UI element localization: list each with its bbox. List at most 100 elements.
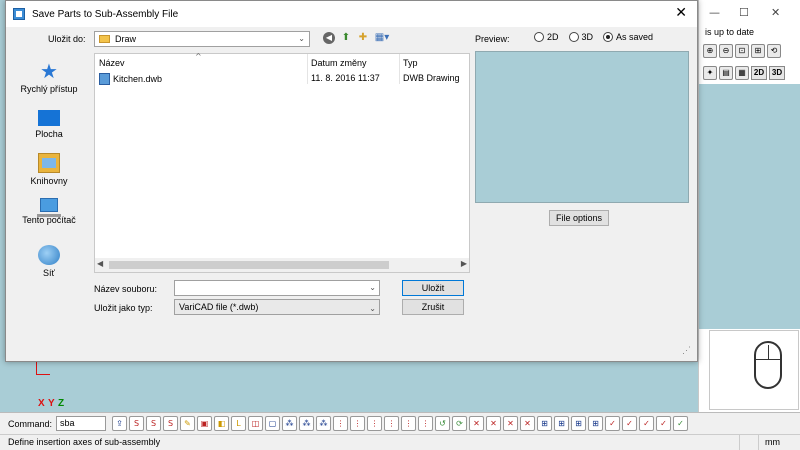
rotate-icon[interactable]: ⟳ <box>452 416 468 431</box>
drawing-canvas[interactable] <box>699 84 800 329</box>
view-menu-icon[interactable]: ▦▾ <box>374 32 390 44</box>
network-icon <box>38 245 60 265</box>
solid-icon[interactable]: ◧ <box>214 416 230 431</box>
up-folder-icon[interactable]: ⬆ <box>340 32 352 44</box>
zoom-in-icon[interactable]: ⊕ <box>703 44 717 58</box>
view-icon[interactable]: ⟲ <box>767 44 781 58</box>
link-icon[interactable]: ↺ <box>435 416 451 431</box>
place-network[interactable]: Síť <box>12 245 86 278</box>
scroll-thumb[interactable] <box>109 261 389 269</box>
column-type[interactable]: Typ <box>403 58 418 68</box>
layers-icon[interactable]: ▤ <box>719 66 733 80</box>
delete-icon[interactable]: ✕ <box>486 416 502 431</box>
zoom-out-icon[interactable]: ⊖ <box>719 44 733 58</box>
frame-icon[interactable]: ▢ <box>265 416 281 431</box>
command-input[interactable]: sba <box>56 416 107 431</box>
zoom-window-icon[interactable]: ⊡ <box>735 44 749 58</box>
parts-icon[interactable]: ⋮ <box>333 416 349 431</box>
parts-icon[interactable]: ⋮ <box>418 416 434 431</box>
profile-icon[interactable]: L <box>231 416 247 431</box>
select-icon[interactable]: ⊞ <box>571 416 587 431</box>
scroll-left-icon[interactable]: ◀ <box>97 259 103 268</box>
file-date: 11. 8. 2016 11:37 <box>311 73 380 83</box>
file-options-button[interactable]: File options <box>549 210 609 226</box>
place-desktop[interactable]: Plocha <box>12 108 86 139</box>
radio-selected-icon <box>603 32 614 42</box>
update-status: is up to date <box>705 27 755 37</box>
place-this-pc[interactable]: Tento počítač <box>12 198 86 225</box>
minimize-icon[interactable]: — <box>709 6 720 19</box>
mark-icon[interactable]: ✓ <box>605 416 621 431</box>
mode-2d-button[interactable]: 2D <box>751 66 767 80</box>
tool-icon[interactable]: S <box>163 416 179 431</box>
filetype-dropdown[interactable]: VariCAD file (*.dwb) ⌄ <box>174 299 380 315</box>
zoom-all-icon[interactable]: ⊞ <box>751 44 765 58</box>
nav-toolbar: ◀ ⬆ ✚ ▦▾ <box>323 32 390 44</box>
chevron-down-icon[interactable]: ⌄ <box>369 283 376 292</box>
scroll-right-icon[interactable]: ▶ <box>461 259 467 268</box>
parts-icon[interactable]: ⋮ <box>384 416 400 431</box>
close-icon[interactable]: ✕ <box>771 6 780 19</box>
command-label: Command: <box>8 418 53 429</box>
maximize-icon[interactable]: ☐ <box>739 6 749 19</box>
mark-icon[interactable]: ✓ <box>656 416 672 431</box>
redraw-icon[interactable]: ✦ <box>703 66 717 80</box>
preview-3d-radio[interactable]: 3D <box>568 32 593 42</box>
parts-icon[interactable]: ⋮ <box>401 416 417 431</box>
box-icon[interactable]: ▣ <box>197 416 213 431</box>
radio-icon <box>534 32 544 42</box>
preview-pane <box>475 51 689 203</box>
grid-icon[interactable]: ▦ <box>735 66 749 80</box>
close-icon[interactable]: ✕ <box>675 5 687 21</box>
file-type: DWB Drawing <box>403 73 460 83</box>
parts-icon[interactable]: ⋮ <box>367 416 383 431</box>
column-date[interactable]: Datum změny <box>311 58 367 68</box>
pipe-icon[interactable]: ◫ <box>248 416 264 431</box>
ok-icon[interactable]: ✓ <box>673 416 689 431</box>
export-icon[interactable]: ⇪ <box>112 416 128 431</box>
file-list[interactable]: ^ Název Datum změny Typ Kitchen.dwb 11. … <box>94 52 470 273</box>
axis-indicator-vertical <box>36 362 37 374</box>
file-row[interactable]: Kitchen.dwb 11. 8. 2016 11:37 DWB Drawin… <box>95 72 469 87</box>
delete-icon[interactable]: ✕ <box>520 416 536 431</box>
delete-icon[interactable]: ✕ <box>503 416 519 431</box>
save-dialog: Save Parts to Sub-Assembly File ✕ Uložit… <box>5 0 698 362</box>
tool-icon[interactable]: S <box>129 416 145 431</box>
status-bar: Define insertion axes of sub-assembly mm <box>0 434 800 450</box>
assembly-icon[interactable]: ⁂ <box>282 416 298 431</box>
back-icon[interactable]: ◀ <box>323 32 335 44</box>
mouse-icon <box>754 341 782 389</box>
horizontal-scrollbar[interactable]: ◀ ▶ <box>95 258 469 272</box>
select-icon[interactable]: ⊞ <box>537 416 553 431</box>
column-name[interactable]: Název <box>99 58 125 68</box>
mark-icon[interactable]: ✓ <box>622 416 638 431</box>
resize-grip-icon[interactable]: ⋰ <box>682 346 691 356</box>
new-folder-icon[interactable]: ✚ <box>357 32 369 44</box>
preview-2d-radio[interactable]: 2D <box>534 32 559 42</box>
place-libraries[interactable]: Knihovny <box>12 153 86 186</box>
pencil-icon[interactable]: ✎ <box>180 416 196 431</box>
preview-radio-group: 2D 3D As saved <box>534 32 653 42</box>
file-name: Kitchen.dwb <box>113 74 163 84</box>
delete-icon[interactable]: ✕ <box>469 416 485 431</box>
axis-z-label: Z <box>58 398 65 409</box>
save-in-dropdown[interactable]: Draw ⌄ <box>94 31 310 47</box>
filetype-label: Uložit jako typ: <box>94 303 153 313</box>
mode-3d-button[interactable]: 3D <box>769 66 785 80</box>
preview-as-saved-radio[interactable]: As saved <box>603 32 653 42</box>
radio-icon <box>568 32 579 42</box>
filename-input[interactable]: ⌄ <box>174 280 380 296</box>
save-button[interactable]: Uložit <box>402 280 464 296</box>
assembly-icon[interactable]: ⁂ <box>299 416 315 431</box>
assembly-icon[interactable]: ⁂ <box>316 416 332 431</box>
tool-icon[interactable]: S <box>146 416 162 431</box>
preview-label: Preview: <box>475 34 510 44</box>
select-icon[interactable]: ⊞ <box>588 416 604 431</box>
select-icon[interactable]: ⊞ <box>554 416 570 431</box>
place-quick-access[interactable]: ★ Rychlý přístup <box>12 61 86 94</box>
cancel-button[interactable]: Zrušit <box>402 299 464 315</box>
mark-icon[interactable]: ✓ <box>639 416 655 431</box>
save-in-label: Uložit do: <box>48 34 86 44</box>
parts-icon[interactable]: ⋮ <box>350 416 366 431</box>
command-bar: Command: sba ⇪ S S S ✎ ▣ ◧ L ◫ ▢ ⁂ ⁂ ⁂ ⋮… <box>0 412 800 434</box>
